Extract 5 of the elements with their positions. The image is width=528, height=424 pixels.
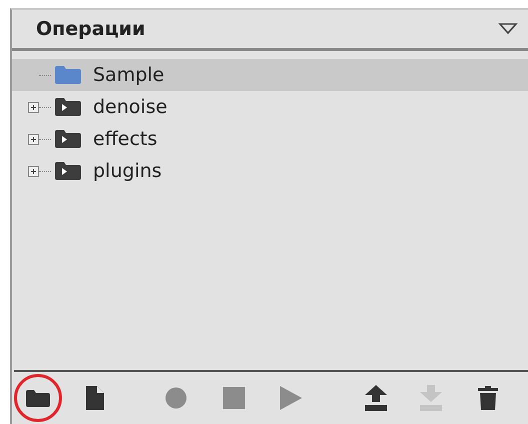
tree-item[interactable]: effects: [12, 123, 528, 155]
panel-title: Операции: [36, 18, 146, 40]
tree-item[interactable]: denoise: [12, 91, 528, 123]
tree-item[interactable]: plugins: [12, 155, 528, 187]
tree-item[interactable]: Sample: [12, 59, 528, 91]
